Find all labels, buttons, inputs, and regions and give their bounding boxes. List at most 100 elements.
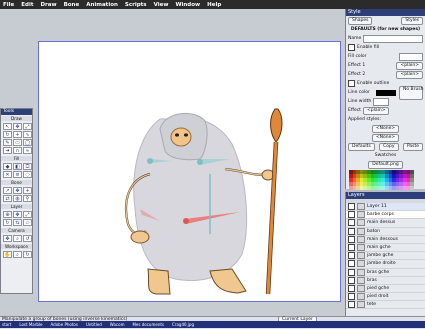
manipulate-bones-tool[interactable]: ⚲ — [23, 195, 32, 202]
reparent-bone-tool[interactable]: ⇄ — [3, 195, 12, 202]
layer-row[interactable]: tete — [346, 301, 425, 310]
enable-outline-checkbox[interactable] — [348, 80, 355, 87]
taskbar-item[interactable]: Mes documents — [132, 322, 164, 327]
layer-row[interactable]: pied droit — [346, 293, 425, 302]
layer-row[interactable]: main dessus — [346, 219, 425, 228]
layer-row[interactable]: jambe gche — [346, 252, 425, 261]
swatch-grid[interactable] — [349, 170, 422, 190]
layer-row[interactable]: bras — [346, 276, 425, 285]
shapes-button[interactable]: Shapes — [348, 16, 373, 25]
menu-draw[interactable]: Draw — [40, 2, 56, 8]
layer-visibility-checkbox[interactable] — [348, 227, 355, 235]
scale-tool[interactable]: ⤢ — [23, 123, 32, 130]
layer-row[interactable]: main dessous — [346, 235, 425, 244]
curvature-tool[interactable]: ∿ — [23, 131, 32, 138]
layer-row[interactable]: main gche — [346, 244, 425, 253]
zoom-camera-tool[interactable]: ⌕ — [13, 235, 22, 242]
name-input[interactable] — [363, 34, 423, 43]
no-brush-button[interactable]: No Brush — [399, 85, 424, 100]
create-shape-tool[interactable]: ◧ — [13, 163, 22, 170]
layer-visibility-checkbox[interactable] — [348, 203, 355, 211]
taskbar-item[interactable]: Lost Marble — [19, 322, 42, 327]
enable-fill-checkbox[interactable] — [348, 44, 355, 51]
scale-layer-tool[interactable]: ⤢ — [23, 211, 32, 218]
roll-camera-tool[interactable]: ↺ — [23, 235, 32, 242]
arrow-tool[interactable]: ➜ — [3, 147, 12, 154]
layer-visibility-checkbox[interactable] — [348, 268, 355, 276]
layer-row[interactable]: jambe droite — [346, 260, 425, 269]
zoom-workspace-tool[interactable]: ⌕ — [13, 251, 22, 258]
delete-edge-tool[interactable]: ✕ — [3, 171, 12, 178]
layer-row[interactable]: bras gche — [346, 268, 425, 277]
translate-layer-tool[interactable]: ✥ — [13, 211, 22, 218]
paste-button[interactable]: Paste — [402, 142, 423, 151]
translate-tool[interactable]: ✥ — [13, 123, 22, 130]
menu-edit[interactable]: Edit — [21, 2, 33, 8]
layer-visibility-checkbox[interactable] — [348, 235, 355, 243]
flip-layer-tool[interactable]: ⇆ — [13, 219, 22, 226]
shear-layer-tool[interactable]: ▱ — [23, 219, 32, 226]
taskbar-item[interactable]: Adobe Photos — [51, 322, 78, 327]
select-shape-tool[interactable]: ◆ — [3, 163, 12, 170]
freehand-tool[interactable]: ✎ — [3, 139, 12, 146]
layer-row[interactable]: baton — [346, 227, 425, 236]
rotate-workspace-tool[interactable]: ↻ — [23, 251, 32, 258]
hide-edge-tool[interactable]: ◌ — [23, 171, 32, 178]
layer-visibility-checkbox[interactable] — [348, 276, 355, 284]
pan-workspace-tool[interactable]: ✋ — [3, 251, 12, 258]
layer-visibility-checkbox[interactable] — [348, 211, 355, 219]
oval-tool[interactable]: ◯ — [23, 139, 32, 146]
menu-help[interactable]: Help — [207, 2, 221, 8]
set-origin-tool[interactable]: ⊕ — [3, 211, 12, 218]
menu-animation[interactable]: Animation — [86, 2, 118, 8]
layer-visibility-checkbox[interactable] — [348, 293, 355, 301]
paint-bucket-tool[interactable]: ⛋ — [23, 163, 32, 170]
defaults-button[interactable]: Defaults — [348, 142, 375, 151]
track-camera-tool[interactable]: ✥ — [3, 235, 12, 242]
noise-tool[interactable]: ≈ — [23, 147, 32, 154]
layer-visibility-checkbox[interactable] — [348, 252, 355, 260]
layer-row[interactable]: pied gche — [346, 284, 425, 294]
select-points-tool[interactable]: ↖ — [3, 123, 12, 130]
layer-visibility-checkbox[interactable] — [348, 260, 355, 268]
line-color-swatch[interactable] — [375, 89, 396, 96]
select-bone-tool[interactable]: ↗ — [3, 187, 12, 194]
translate-bone-tool[interactable]: ✥ — [13, 187, 22, 194]
canvas-area[interactable]: Tools Draw ↖ ✥ ⤢ ↻ + ∿ ✎ ▭ ◯ ➜ ∩ ≈ Fill … — [0, 9, 345, 316]
effect2-select[interactable]: <plain> — [396, 70, 423, 79]
add-point-tool[interactable]: + — [13, 131, 22, 138]
line-width-tool[interactable]: ≡ — [13, 171, 22, 178]
menu-bone[interactable]: Bone — [64, 2, 80, 8]
add-bone-tool[interactable]: + — [23, 187, 32, 194]
rectangle-tool[interactable]: ▭ — [13, 139, 22, 146]
start-button[interactable]: start — [2, 322, 11, 327]
applied-style1-select[interactable]: <None> — [371, 124, 400, 133]
taskbar-item[interactable]: Crag40.jpg — [172, 322, 194, 327]
layer-row[interactable]: Layer 11 — [346, 203, 425, 212]
copy-button[interactable]: Copy — [379, 142, 399, 151]
menu-view[interactable]: View — [154, 2, 169, 8]
menu-file[interactable]: File — [3, 2, 14, 8]
layer-visibility-checkbox[interactable] — [348, 284, 355, 292]
swatches-select[interactable]: Default.png — [368, 160, 403, 169]
taskbar-item[interactable]: Untitled — [86, 322, 102, 327]
taskbar-item[interactable]: Wacom — [110, 322, 125, 327]
fill-color-swatch[interactable] — [399, 52, 423, 61]
layer-visibility-checkbox[interactable] — [348, 219, 355, 227]
rotate-layer-tool[interactable]: ↻ — [3, 219, 12, 226]
styles-button[interactable]: Styles — [401, 16, 423, 25]
effect-select[interactable]: <plain> — [362, 106, 390, 115]
bone-strength-tool[interactable]: ◍ — [13, 195, 22, 202]
magnet-tool[interactable]: ∩ — [13, 147, 22, 154]
color-swatch[interactable] — [410, 186, 414, 190]
line-width-input[interactable] — [373, 97, 390, 106]
character-illustration[interactable] — [0, 9, 345, 316]
menu-scripts[interactable]: Scripts — [125, 2, 147, 8]
applied-style2-select[interactable]: <None> — [371, 133, 400, 142]
layer-visibility-checkbox[interactable] — [348, 301, 355, 309]
layer-row[interactable]: barbe corps — [346, 211, 425, 220]
menu-window[interactable]: Window — [175, 2, 200, 8]
rotate-tool[interactable]: ↻ — [3, 131, 12, 138]
layer-visibility-checkbox[interactable] — [348, 244, 355, 252]
effect1-select[interactable]: <plain> — [396, 61, 423, 70]
